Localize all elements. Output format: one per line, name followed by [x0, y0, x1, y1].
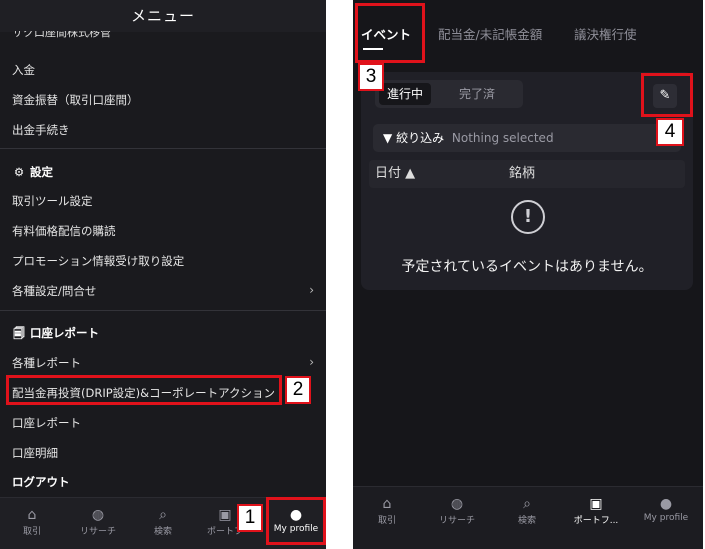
filter-icon: ▼: [383, 131, 393, 145]
table-header: 日付 ▲ 銘柄: [369, 160, 685, 188]
filter-label: 絞り込み: [396, 131, 445, 145]
gear-icon: ⚙: [13, 165, 25, 179]
tab-label: 検索: [517, 516, 536, 526]
menu-item-fund-transfer[interactable]: 資金振替（取引口座間）: [12, 92, 139, 108]
divider: [0, 148, 326, 149]
highlight-drip-item: [6, 375, 282, 405]
empty-state-message: 予定されているイベントはありません。: [401, 259, 653, 275]
report-section-heading: 🗐 口座レポート: [12, 325, 99, 345]
house-icon: ⌂: [382, 496, 392, 512]
chevron-right-icon: ›: [309, 283, 314, 297]
tab-dividends[interactable]: 配当金/未記帳金額: [438, 24, 542, 43]
filter-placeholder: Nothing selected: [451, 131, 554, 145]
menu-item-label: 各種設定/問合せ: [12, 284, 97, 298]
tab-research[interactable]: ◍ リサーチ: [427, 495, 487, 526]
search-icon: ⌕: [523, 496, 531, 512]
tab-label: リサーチ: [79, 527, 116, 537]
tab-portfolio[interactable]: ▣ ポートフ...: [566, 495, 626, 526]
status-segmented-control: 進行中 完了済: [375, 80, 523, 108]
annotation-number-3: 3: [358, 63, 384, 91]
tab-search[interactable]: ⌕ 検索: [497, 495, 557, 526]
tab-label: My profile: [643, 513, 689, 523]
menu-item-various-reports[interactable]: 各種レポート ›: [12, 355, 314, 371]
tab-label: ポートフ...: [573, 516, 619, 526]
menu-item-partial[interactable]: サク口座間株式移管: [12, 31, 111, 41]
menu-item-logout[interactable]: ログアウト: [12, 474, 70, 490]
filter-dropdown[interactable]: ▼ 絞り込み Nothing selected: [373, 124, 681, 152]
menu-item-account-report[interactable]: 口座レポート: [12, 415, 81, 431]
tab-search[interactable]: ⌕ 検索: [133, 506, 193, 537]
tab-trade[interactable]: ⌂ 取引: [2, 506, 62, 537]
tab-my-profile[interactable]: ● My profile: [636, 495, 696, 523]
settings-section-heading: ⚙ 設定: [12, 164, 53, 180]
segment-in-progress[interactable]: 進行中: [379, 83, 431, 105]
column-header-date[interactable]: 日付 ▲: [375, 160, 415, 188]
annotation-number-1: 1: [237, 504, 263, 532]
column-header-symbol[interactable]: 銘柄: [509, 160, 535, 188]
tab-label: 取引: [22, 527, 41, 537]
tab-label: 検索: [153, 527, 172, 537]
tab-research[interactable]: ◍ リサーチ: [68, 506, 128, 537]
annotation-number-4: 4: [656, 118, 684, 146]
tab-label: リサーチ: [438, 516, 475, 526]
tab-trade[interactable]: ⌂ 取引: [357, 495, 417, 526]
exclamation-icon: !: [511, 200, 545, 234]
search-icon: ⌕: [159, 507, 167, 523]
person-icon: ●: [659, 496, 673, 512]
menu-header-title: メニュー: [0, 0, 326, 32]
tab-label: 取引: [377, 516, 396, 526]
menu-item-withdraw[interactable]: 出金手続き: [12, 122, 70, 138]
globe-icon: ◍: [450, 496, 464, 512]
document-icon: 🗐: [13, 326, 25, 340]
segment-completed[interactable]: 完了済: [437, 83, 517, 105]
menu-panel: メニュー サク口座間株式移管 入金 資金振替（取引口座間） 出金手続き ⚙ 設定 …: [0, 0, 326, 549]
globe-icon: ◍: [91, 507, 105, 523]
menu-item-promotion-settings[interactable]: プロモーション情報受け取り設定: [12, 253, 184, 269]
bottom-tab-bar: ⌂ 取引 ◍ リサーチ ⌕ 検索 ▣ ポートフ... ● My profile: [353, 486, 703, 549]
highlight-edit-button: [641, 73, 693, 117]
menu-item-trading-tool-settings[interactable]: 取引ツール設定: [12, 193, 93, 209]
menu-item-label: 各種レポート: [12, 356, 81, 370]
chevron-right-icon: ›: [309, 355, 314, 369]
menu-item-deposit[interactable]: 入金: [12, 62, 35, 78]
settings-section-label: 設定: [30, 165, 53, 179]
divider: [0, 310, 326, 311]
highlight-my-profile-tab: [266, 497, 326, 545]
tab-voting[interactable]: 議決権行使: [574, 24, 637, 43]
report-section-label: 口座レポート: [30, 326, 99, 340]
highlight-events-tab: [355, 3, 425, 63]
menu-item-paid-price-feed[interactable]: 有料価格配信の購読: [12, 223, 116, 239]
annotation-number-2: 2: [285, 376, 311, 404]
menu-item-settings-inquiry[interactable]: 各種設定/問合せ ›: [12, 283, 314, 299]
menu-item-account-statement[interactable]: 口座明細: [12, 445, 58, 461]
house-icon: ⌂: [27, 507, 37, 523]
briefcase-icon: ▣: [589, 496, 603, 512]
